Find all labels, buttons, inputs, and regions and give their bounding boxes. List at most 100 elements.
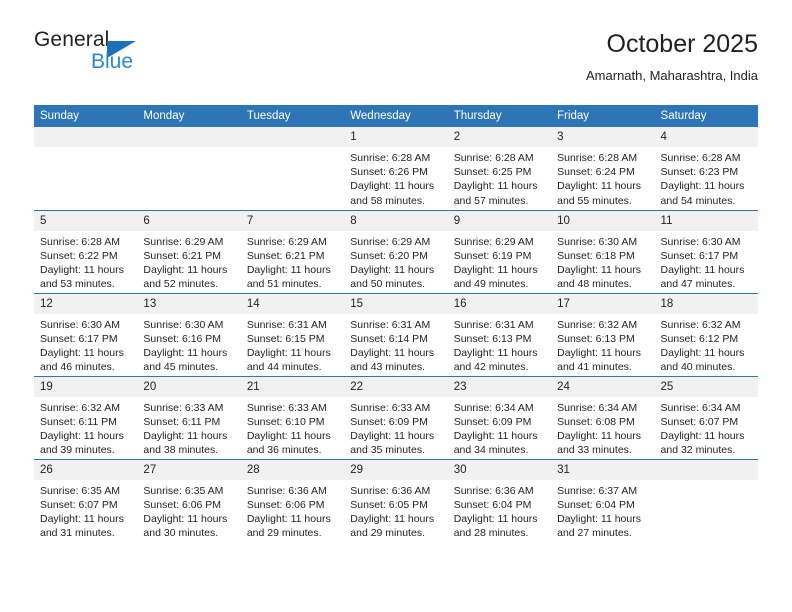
sunrise-text: Sunrise: 6:28 AM (557, 152, 638, 164)
sunset-text: Sunset: 6:19 PM (453, 249, 532, 262)
calendar-day-cell[interactable]: 18 Sunrise: 6:32 AM Sunset: 6:12 PM Dayligh… (654, 292, 758, 376)
calendar-day-cell[interactable]: 25 Sunrise: 6:34 AM Sunset: 6:07 PM Dayligh… (654, 375, 758, 459)
daylight-text: Daylight: 11 hours and 40 minutes. (660, 346, 745, 374)
calendar-day-cell[interactable]: 12 Sunrise: 6:30 AM Sunset: 6:17 PM Dayligh… (34, 292, 138, 376)
sunrise-text: Sunrise: 6:32 AM (557, 318, 638, 331)
sunrise-text: Sunrise: 6:28 AM (660, 152, 741, 164)
day-details: Sunrise: 6:29 AM Sunset: 6:19 PM Daylight:… (448, 231, 551, 292)
day-number: 23 (447, 376, 552, 397)
calendar-day-cell[interactable]: 11 Sunrise: 6:30 AM Sunset: 6:17 PM Dayligh… (654, 209, 758, 293)
day-details: Sunrise: 6:33 AM Sunset: 6:10 PM Daylight:… (241, 397, 344, 458)
calendar-day-cell[interactable]: 4 Sunrise: 6:28 AM Sunset: 6:23 PM Daylight… (654, 127, 758, 210)
sunrise-text: Sunrise: 6:36 AM (453, 484, 534, 497)
day-number: 21 (240, 376, 345, 397)
day-details: Sunrise: 6:34 AM Sunset: 6:08 PM Daylight:… (551, 397, 654, 458)
day-number: 15 (344, 293, 448, 314)
calendar-day-cell[interactable]: 8 Sunrise: 6:29 AM Sunset: 6:20 PM Daylight… (344, 209, 448, 293)
calendar-day-cell[interactable]: 24 Sunrise: 6:34 AM Sunset: 6:08 PM Dayligh… (551, 375, 655, 459)
day-number: 1 (344, 127, 448, 147)
weekday-header-friday: Friday (551, 105, 655, 127)
day-number: 20 (137, 376, 241, 397)
day-number: 25 (654, 376, 758, 397)
sunset-text: Sunset: 6:21 PM (143, 249, 222, 262)
sunrise-text: Sunrise: 6:30 AM (40, 318, 120, 331)
sunrise-text: Sunrise: 6:28 AM (40, 235, 120, 248)
day-number (34, 127, 138, 147)
daylight-text: Daylight: 11 hours and 55 minutes. (557, 180, 641, 207)
day-number: 22 (344, 376, 448, 397)
sunrise-text: Sunrise: 6:29 AM (350, 235, 431, 248)
calendar-day-cell[interactable]: 19 Sunrise: 6:32 AM Sunset: 6:11 PM Dayligh… (34, 375, 138, 459)
calendar-day-cell[interactable]: 9 Sunrise: 6:29 AM Sunset: 6:19 PM Daylight… (447, 209, 552, 293)
sunset-text: Sunset: 6:11 PM (143, 415, 221, 428)
day-number: 17 (551, 293, 655, 314)
calendar-day-cell[interactable]: 2 Sunrise: 6:28 AM Sunset: 6:25 PM Daylight… (447, 127, 552, 210)
day-number: 3 (551, 127, 655, 147)
general-blue-logo[interactable]: General Blue (34, 28, 274, 84)
calendar-week-row: 26 Sunrise: 6:35 AM Sunset: 6:07 PM Dayligh… (34, 458, 758, 542)
calendar-day-cell[interactable]: 20 Sunrise: 6:33 AM Sunset: 6:11 PM Dayligh… (137, 375, 241, 459)
daylight-text: Daylight: 11 hours and 53 minutes. (40, 263, 124, 291)
sunset-text: Sunset: 6:06 PM (143, 498, 222, 511)
daylight-text: Daylight: 11 hours and 49 minutes. (453, 263, 538, 291)
daylight-text: Daylight: 11 hours and 51 minutes. (246, 263, 331, 291)
daylight-text: Daylight: 11 hours and 43 minutes. (350, 346, 435, 374)
calendar-day-cell[interactable]: 1 Sunrise: 6:28 AM Sunset: 6:26 PM Daylight… (344, 127, 448, 210)
day-number: 8 (344, 210, 448, 231)
day-details: Sunrise: 6:28 AM Sunset: 6:24 PM Daylight:… (551, 147, 654, 208)
sunset-text: Sunset: 6:17 PM (660, 249, 739, 262)
day-details: Sunrise: 6:28 AM Sunset: 6:26 PM Daylight:… (344, 147, 447, 208)
calendar-day-cell[interactable]: 30 Sunrise: 6:36 AM Sunset: 6:04 PM Dayligh… (447, 458, 552, 542)
page-title: October 2025 (606, 30, 759, 58)
weekday-header-sunday: Sunday (34, 105, 138, 127)
sunset-text: Sunset: 6:14 PM (350, 332, 428, 345)
daylight-text: Daylight: 11 hours and 32 minutes. (660, 429, 745, 457)
calendar-day-cell[interactable]: 26 Sunrise: 6:35 AM Sunset: 6:07 PM Dayligh… (34, 458, 138, 542)
day-details: Sunrise: 6:32 AM Sunset: 6:13 PM Daylight:… (551, 314, 654, 375)
daylight-text: Daylight: 11 hours and 29 minutes. (350, 512, 435, 540)
day-details: Sunrise: 6:29 AM Sunset: 6:21 PM Daylight:… (137, 231, 240, 292)
calendar-day-cell[interactable]: 21 Sunrise: 6:33 AM Sunset: 6:10 PM Dayligh… (240, 375, 345, 459)
logo-text-blue: Blue (91, 50, 134, 73)
calendar-body: 1 Sunrise: 6:28 AM Sunset: 6:26 PM Daylight… (34, 127, 758, 542)
day-details: Sunrise: 6:34 AM Sunset: 6:09 PM Daylight:… (448, 397, 551, 458)
calendar-day-cell[interactable]: 31 Sunrise: 6:37 AM Sunset: 6:04 PM Dayligh… (551, 458, 655, 542)
daylight-text: Daylight: 11 hours and 34 minutes. (453, 429, 538, 457)
calendar-week-row: 12 Sunrise: 6:30 AM Sunset: 6:17 PM Dayligh… (34, 292, 758, 376)
day-number: 11 (654, 210, 758, 231)
calendar-day-cell[interactable]: 27 Sunrise: 6:35 AM Sunset: 6:06 PM Dayligh… (137, 458, 241, 542)
calendar-day-cell[interactable]: 16 Sunrise: 6:31 AM Sunset: 6:13 PM Dayligh… (447, 292, 552, 376)
daylight-text: Daylight: 11 hours and 46 minutes. (40, 346, 124, 374)
sunset-text: Sunset: 6:16 PM (143, 332, 222, 345)
sunrise-text: Sunrise: 6:32 AM (660, 318, 741, 331)
calendar-day-cell[interactable]: 10 Sunrise: 6:30 AM Sunset: 6:18 PM Dayligh… (551, 209, 655, 293)
sunset-text: Sunset: 6:18 PM (557, 249, 635, 262)
day-number (654, 459, 758, 480)
page-header: General Blue October 2025 Amarnath, Maha… (34, 28, 758, 96)
calendar-day-cell[interactable]: 17 Sunrise: 6:32 AM Sunset: 6:13 PM Dayligh… (551, 292, 655, 376)
calendar-day-cell[interactable]: 5 Sunrise: 6:28 AM Sunset: 6:22 PM Daylight… (34, 209, 138, 293)
calendar-day-cell[interactable]: 15 Sunrise: 6:31 AM Sunset: 6:14 PM Dayligh… (344, 292, 448, 376)
daylight-text: Daylight: 11 hours and 48 minutes. (557, 263, 641, 291)
day-details: Sunrise: 6:36 AM Sunset: 6:06 PM Daylight:… (241, 480, 344, 541)
calendar-cell-empty (34, 127, 138, 210)
daylight-text: Daylight: 11 hours and 29 minutes. (246, 512, 331, 540)
sunset-text: Sunset: 6:04 PM (557, 498, 635, 511)
day-details: Sunrise: 6:33 AM Sunset: 6:11 PM Daylight:… (137, 397, 240, 458)
calendar-day-cell[interactable]: 23 Sunrise: 6:34 AM Sunset: 6:09 PM Dayligh… (447, 375, 552, 459)
calendar-day-cell[interactable]: 22 Sunrise: 6:33 AM Sunset: 6:09 PM Dayligh… (344, 375, 448, 459)
weekday-header-tuesday: Tuesday (240, 105, 345, 127)
day-number: 7 (240, 210, 345, 231)
calendar-day-cell[interactable]: 28 Sunrise: 6:36 AM Sunset: 6:06 PM Dayligh… (240, 458, 345, 542)
day-number: 12 (34, 293, 138, 314)
calendar-day-cell[interactable]: 13 Sunrise: 6:30 AM Sunset: 6:16 PM Dayligh… (137, 292, 241, 376)
calendar-day-cell[interactable]: 3 Sunrise: 6:28 AM Sunset: 6:24 PM Daylight… (551, 127, 655, 210)
day-details: Sunrise: 6:37 AM Sunset: 6:04 PM Daylight:… (551, 480, 654, 541)
day-number: 30 (447, 459, 552, 480)
sunrise-text: Sunrise: 6:29 AM (453, 235, 534, 248)
calendar-day-cell[interactable]: 29 Sunrise: 6:36 AM Sunset: 6:05 PM Dayligh… (344, 458, 448, 542)
calendar-day-cell[interactable]: 14 Sunrise: 6:31 AM Sunset: 6:15 PM Dayligh… (240, 292, 345, 376)
calendar-day-cell[interactable]: 7 Sunrise: 6:29 AM Sunset: 6:21 PM Daylight… (240, 209, 345, 293)
calendar-day-cell[interactable]: 6 Sunrise: 6:29 AM Sunset: 6:21 PM Daylight… (137, 209, 241, 293)
calendar-week-row: 19 Sunrise: 6:32 AM Sunset: 6:11 PM Dayligh… (34, 375, 758, 459)
